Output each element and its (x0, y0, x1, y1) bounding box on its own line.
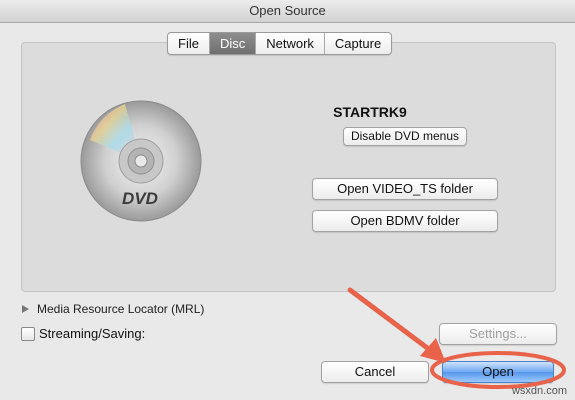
mrl-disclosure[interactable]: Media Resource Locator (MRL) (22, 302, 204, 316)
tab-file[interactable]: File (168, 33, 210, 54)
mrl-label: Media Resource Locator (MRL) (37, 302, 205, 316)
streaming-saving-row: Streaming/Saving: (21, 326, 145, 341)
source-tabs: File Disc Network Capture (167, 32, 393, 55)
disable-dvd-menus-button[interactable]: Disable DVD menus (343, 127, 467, 146)
tab-disc[interactable]: Disc (209, 33, 257, 54)
streaming-checkbox-icon[interactable] (21, 326, 35, 341)
watermark: wsxdn.com (511, 385, 567, 397)
dvd-disc-icon: DVD (80, 100, 202, 222)
open-button[interactable]: Open (442, 361, 554, 383)
settings-button[interactable]: Settings... (439, 323, 557, 345)
streaming-label: Streaming/Saving: (39, 326, 146, 341)
open-bdmv-folder-button[interactable]: Open BDMV folder (312, 210, 498, 232)
disc-name: STARTRK9 (333, 104, 407, 120)
tab-network[interactable]: Network (256, 33, 325, 54)
dvd-logo-text: DVD (122, 189, 158, 208)
open-video-ts-folder-button[interactable]: Open VIDEO_TS folder (312, 178, 498, 200)
disclosure-triangle-icon[interactable] (22, 305, 29, 313)
tab-capture[interactable]: Capture (325, 33, 391, 54)
window-title: Open Source (0, 0, 575, 23)
cancel-button[interactable]: Cancel (321, 361, 429, 383)
